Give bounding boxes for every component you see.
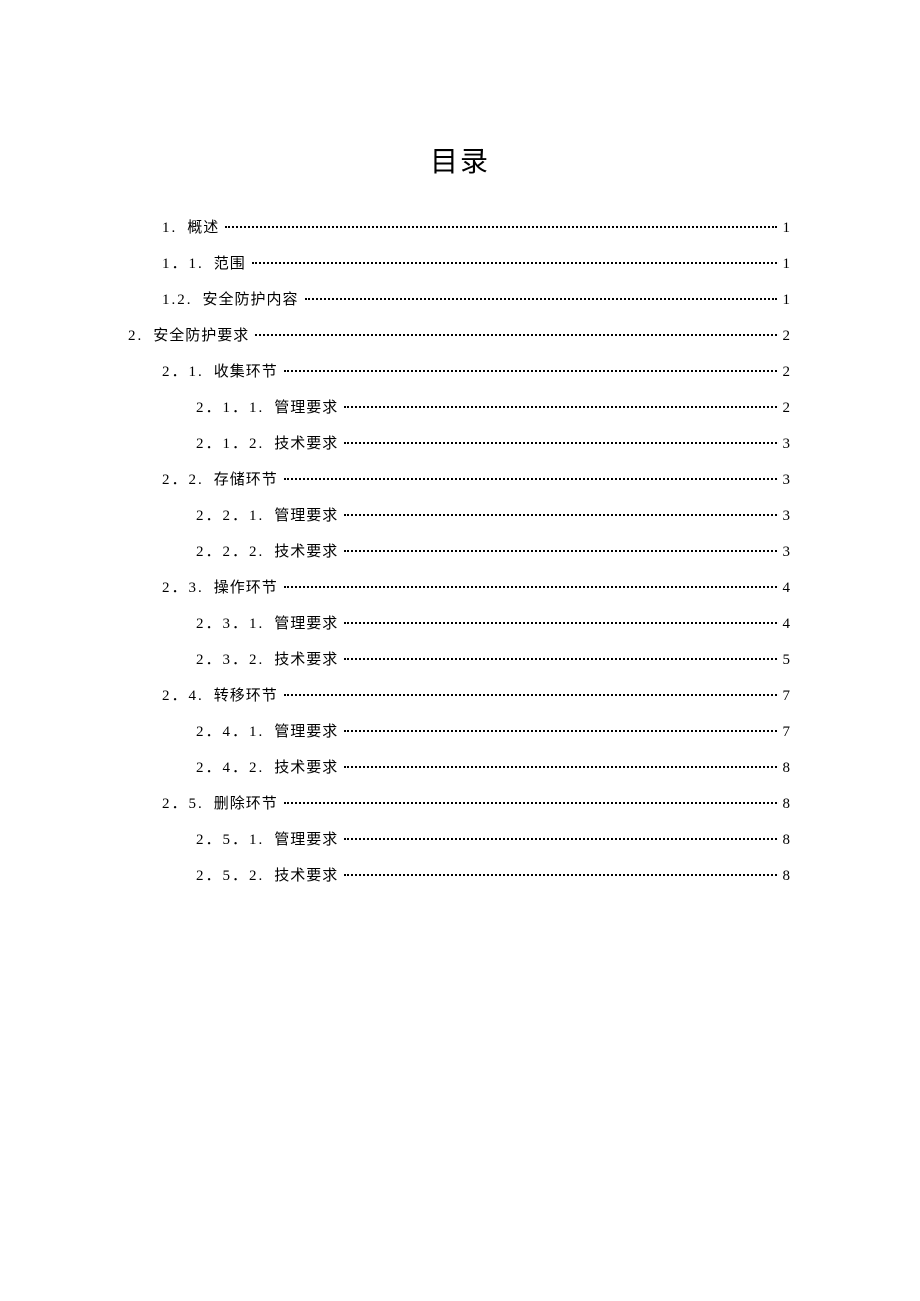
toc-entry: 2．5．1. 管理要求 8 [128,822,790,858]
toc-entry-page: 2 [783,354,791,390]
toc-entry-page: 8 [783,750,791,786]
toc-entry: 2．1．2. 技术要求 3 [128,426,790,462]
toc-entry-number: 2．2．1. [196,498,264,534]
toc-entry-text: 管理要求 [274,498,338,534]
toc-leader-dots [344,514,776,516]
toc-entry-text: 技术要求 [274,642,338,678]
toc-entry-text: 技术要求 [274,750,338,786]
toc-leader-dots [284,586,777,588]
toc-leader-dots [344,658,776,660]
toc-leader-dots [284,802,777,804]
toc-entry: 2．2．2. 技术要求 3 [128,534,790,570]
toc-leader-dots [225,226,776,228]
toc-entry: 2．3．2. 技术要求 5 [128,642,790,678]
toc-entry-text: 管理要求 [274,822,338,858]
toc-entry: 2．3．1. 管理要求 4 [128,606,790,642]
toc-title: 目录 [0,140,920,180]
toc-entry: 2．4．1. 管理要求 7 [128,714,790,750]
toc-leader-dots [344,622,776,624]
toc-entry-text: 技术要求 [274,426,338,462]
toc-entry-page: 3 [783,426,791,462]
toc-entry: 1. 概述 1 [128,210,790,246]
toc-leader-dots [255,334,776,336]
toc-entry-number: 1.2. [162,282,193,318]
toc-entry: 2．2. 存储环节 3 [128,462,790,498]
toc-entry-page: 3 [783,534,791,570]
toc-entry-page: 4 [783,570,791,606]
toc-entry-number: 2．2. [162,462,204,498]
toc-entry-page: 1 [783,282,791,318]
toc-leader-dots [344,406,776,408]
toc-entry: 2．4. 转移环节 7 [128,678,790,714]
toc-entry-text: 安全防护要求 [153,318,249,354]
toc-leader-dots [344,838,776,840]
toc-entry-text: 存储环节 [214,462,278,498]
toc-entry-number: 2．5．2. [196,858,264,894]
toc-entry: 2．5. 删除环节 8 [128,786,790,822]
toc-entry-number: 2．2．2. [196,534,264,570]
toc-entry-page: 8 [783,858,791,894]
toc-entry-page: 7 [783,678,791,714]
toc-entry-number: 2．3．2. [196,642,264,678]
toc-entry: 1．1. 范围 1 [128,246,790,282]
toc-entry-page: 2 [783,318,791,354]
table-of-contents: 1. 概述 1 1．1. 范围 1 1.2. 安全防护内容 1 2. 安全防护要求 2 2．1. 收集环节… [0,210,920,894]
toc-entry-number: 2．4．1. [196,714,264,750]
toc-entry-page: 3 [783,498,791,534]
toc-entry: 2．2．1. 管理要求 3 [128,498,790,534]
toc-leader-dots [284,694,777,696]
toc-entry-text: 技术要求 [274,858,338,894]
toc-leader-dots [344,730,776,732]
toc-entry-text: 范围 [214,246,246,282]
toc-entry: 2．5．2. 技术要求 8 [128,858,790,894]
toc-entry-page: 5 [783,642,791,678]
toc-entry-text: 删除环节 [214,786,278,822]
toc-entry-page: 1 [783,210,791,246]
toc-leader-dots [284,478,777,480]
toc-leader-dots [252,262,777,264]
toc-entry-page: 2 [783,390,791,426]
toc-entry-page: 4 [783,606,791,642]
toc-entry-number: 2. [128,318,143,354]
toc-entry: 1.2. 安全防护内容 1 [128,282,790,318]
toc-entry-number: 2．1．2. [196,426,264,462]
toc-entry: 2．4．2. 技术要求 8 [128,750,790,786]
toc-leader-dots [284,370,777,372]
toc-entry-text: 转移环节 [214,678,278,714]
toc-entry-text: 概述 [187,210,219,246]
toc-entry-text: 收集环节 [214,354,278,390]
toc-entry-number: 2．4．2. [196,750,264,786]
toc-leader-dots [305,298,777,300]
toc-entry: 2. 安全防护要求 2 [128,318,790,354]
toc-entry-page: 8 [783,822,791,858]
toc-entry-text: 管理要求 [274,714,338,750]
toc-entry-page: 3 [783,462,791,498]
toc-entry-number: 2．4. [162,678,204,714]
toc-entry-text: 操作环节 [214,570,278,606]
toc-entry-number: 2．3. [162,570,204,606]
toc-leader-dots [344,874,776,876]
toc-entry-number: 2．3．1. [196,606,264,642]
toc-leader-dots [344,766,776,768]
toc-entry-number: 2．5．1. [196,822,264,858]
toc-entry-page: 7 [783,714,791,750]
toc-entry-number: 1．1. [162,246,204,282]
toc-entry-number: 1. [162,210,177,246]
toc-entry-number: 2．1．1. [196,390,264,426]
toc-leader-dots [344,442,776,444]
toc-entry: 2．1．1. 管理要求 2 [128,390,790,426]
toc-entry-text: 管理要求 [274,390,338,426]
toc-leader-dots [344,550,776,552]
toc-entry-text: 技术要求 [274,534,338,570]
toc-entry-page: 1 [783,246,791,282]
toc-entry: 2．1. 收集环节 2 [128,354,790,390]
toc-entry-text: 安全防护内容 [203,282,299,318]
toc-entry-number: 2．5. [162,786,204,822]
toc-entry-page: 8 [783,786,791,822]
toc-entry: 2．3. 操作环节 4 [128,570,790,606]
toc-entry-text: 管理要求 [274,606,338,642]
toc-entry-number: 2．1. [162,354,204,390]
